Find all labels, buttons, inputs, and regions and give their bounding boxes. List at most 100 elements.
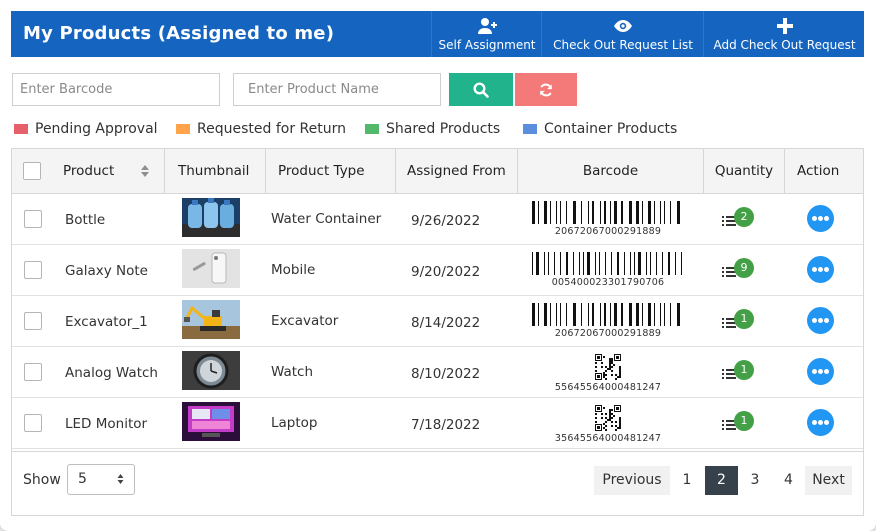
page-header: My Products (Assigned to me) Self Assign… (11, 11, 864, 57)
barcode-number: 55645564000481247 (554, 382, 662, 393)
sort-icon (141, 165, 149, 177)
column-action: Action (785, 149, 863, 193)
quantity-badge: 9 (734, 258, 754, 278)
phone-image (182, 249, 240, 288)
page-size-value: 5 (78, 471, 87, 487)
column-product[interactable]: Product (52, 149, 165, 193)
dot (812, 216, 817, 221)
dot (818, 318, 823, 323)
table-row: Analog Watch Watch 8/10/2022 55645564000481… (12, 346, 863, 398)
dot (812, 420, 817, 425)
pagination-page-4[interactable]: 4 (772, 466, 805, 495)
row-checkbox[interactable] (24, 363, 42, 381)
product-name: Bottle (65, 212, 106, 228)
pagination-page-2[interactable]: 2 (705, 466, 738, 495)
column-label: Action (797, 163, 840, 179)
barcode-image: 20672067000291889 (532, 201, 684, 239)
dot (812, 267, 817, 272)
column-label: Barcode (582, 163, 639, 179)
search-button[interactable] (449, 73, 513, 106)
product-name: Analog Watch (65, 365, 158, 381)
quantity-badge: 1 (734, 411, 754, 431)
pagination-next[interactable]: Next (805, 466, 852, 495)
pagination-page-3[interactable]: 3 (738, 466, 772, 495)
legend-label: Shared Products (386, 121, 501, 137)
column-label: Quantity (714, 163, 774, 179)
excavator-image (182, 300, 240, 339)
qr-code-icon (595, 405, 621, 435)
barcode-image: 005400023301790706 (532, 252, 684, 290)
barcode-input[interactable] (12, 73, 220, 106)
pagination: Previous 1 2 3 4 Next (594, 466, 852, 495)
user-plus-icon (478, 18, 497, 34)
table-row: LED Monitor Laptop 7/18/2022 35645564000481… (12, 397, 863, 449)
product-name: LED Monitor (65, 416, 148, 432)
page-size-select[interactable]: 5 (67, 464, 135, 495)
legend-label: Pending Approval (35, 121, 158, 137)
row-actions-button[interactable] (807, 358, 834, 385)
column-product-type: Product Type (266, 149, 396, 193)
add-check-out-request-button[interactable]: Add Check Out Request (703, 11, 865, 57)
legend-label: Requested for Return (197, 121, 346, 137)
dot (818, 267, 823, 272)
pagination-previous[interactable]: Previous (594, 466, 670, 495)
column-quantity: Quantity (704, 149, 785, 193)
column-label: Product (63, 163, 115, 179)
assigned-from-date: 8/14/2022 (411, 315, 481, 331)
table-header: Product Thumbnail Product Type Assigned … (12, 149, 863, 194)
column-label: Assigned From (407, 163, 506, 179)
table-row: Excavator_1 Excavator 8/14/2022 20672067000… (12, 295, 863, 347)
row-checkbox[interactable] (24, 414, 42, 432)
product-type: Water Container (271, 211, 382, 227)
dot (818, 420, 823, 425)
row-checkbox[interactable] (24, 261, 42, 279)
barcode-number: 20672067000291889 (554, 328, 662, 339)
reset-button[interactable] (515, 73, 577, 106)
watch-image (182, 351, 240, 390)
dot (818, 216, 823, 221)
dot (824, 420, 829, 425)
row-actions-button[interactable] (807, 307, 834, 334)
barcode-number: 005400023301790706 (551, 277, 665, 288)
quantity-indicator[interactable]: 1 (722, 411, 758, 435)
legend-swatch (523, 124, 537, 134)
water-bottles-image (182, 198, 240, 237)
add-check-out-request-label: Add Check Out Request (713, 38, 856, 52)
column-assigned-from: Assigned From (396, 149, 518, 193)
column-thumbnail: Thumbnail (165, 149, 266, 193)
dot (818, 369, 823, 374)
dot (812, 318, 817, 323)
quantity-indicator[interactable]: 1 (722, 309, 758, 333)
product-type: Watch (271, 364, 314, 380)
assigned-from-date: 9/20/2022 (411, 264, 481, 280)
select-all-checkbox[interactable] (23, 162, 41, 180)
check-out-request-list-button[interactable]: Check Out Request List (541, 11, 704, 57)
row-actions-button[interactable] (807, 409, 834, 436)
legend-swatch (14, 124, 28, 134)
page-title: My Products (Assigned to me) (23, 23, 335, 44)
table-footer: Show 5 Previous 1 2 3 4 Next (12, 451, 863, 516)
row-actions-button[interactable] (807, 256, 834, 283)
quantity-indicator[interactable]: 2 (722, 207, 758, 231)
qr-code-icon (595, 354, 621, 384)
eye-icon (614, 20, 632, 32)
dot (824, 318, 829, 323)
row-actions-button[interactable] (807, 205, 834, 232)
pagination-page-1[interactable]: 1 (670, 466, 704, 495)
quantity-badge: 2 (734, 207, 754, 227)
legend-pending-approval: Pending Approval (14, 121, 158, 137)
legend-swatch (365, 124, 379, 134)
column-barcode: Barcode (518, 149, 704, 193)
product-name-input[interactable] (233, 73, 441, 106)
row-checkbox[interactable] (24, 312, 42, 330)
row-checkbox[interactable] (24, 210, 42, 228)
dot (824, 216, 829, 221)
assigned-from-date: 8/10/2022 (411, 366, 481, 382)
search-icon (473, 81, 489, 98)
self-assignment-button[interactable]: Self Assignment (431, 11, 542, 57)
quantity-indicator[interactable]: 9 (722, 258, 758, 282)
plus-icon (776, 18, 793, 34)
qr-code: 55645564000481247 (532, 354, 684, 393)
select-arrows-icon (117, 474, 124, 484)
quantity-indicator[interactable]: 1 (722, 360, 758, 384)
